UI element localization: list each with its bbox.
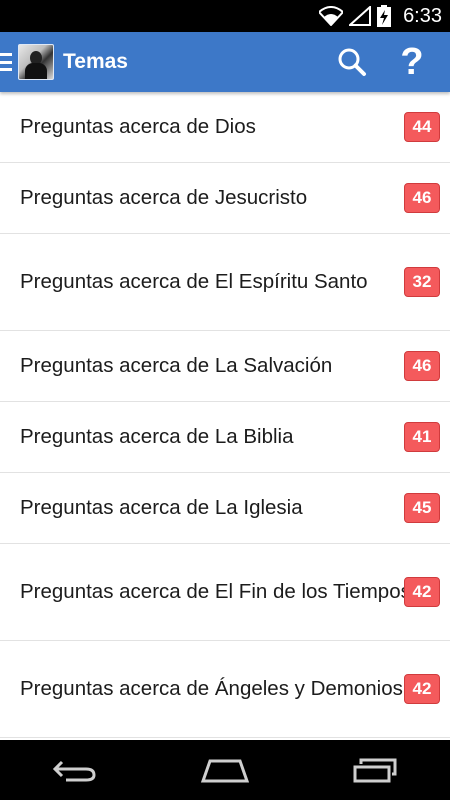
battery-charging-icon (377, 5, 392, 27)
avatar[interactable] (18, 44, 54, 80)
topic-label: Preguntas acerca de Ángeles y Demonios (20, 677, 403, 700)
recent-apps-icon (353, 758, 397, 783)
page-title: Temas (63, 50, 128, 73)
list-item[interactable]: Preguntas acerca de La Iglesia 45 (0, 473, 450, 544)
list-item[interactable]: Preguntas acerca de El Fin de los Tiempo… (0, 544, 450, 641)
count-badge: 41 (404, 422, 440, 452)
topic-label: Preguntas acerca de La Iglesia (20, 496, 303, 519)
recent-apps-button[interactable] (335, 740, 415, 800)
topic-list: Preguntas acerca de Dios 44 Preguntas ac… (0, 92, 450, 738)
list-item[interactable]: Preguntas acerca de Ángeles y Demonios 4… (0, 641, 450, 738)
topic-label: Preguntas acerca de La Salvación (20, 354, 333, 377)
list-item[interactable]: Preguntas acerca de El Espíritu Santo 32 (0, 234, 450, 331)
back-icon (52, 760, 96, 782)
topic-label: Preguntas acerca de Jesucristo (20, 186, 308, 209)
count-badge: 45 (404, 493, 440, 523)
list-item[interactable]: Preguntas acerca de La Salvación 46 (0, 331, 450, 402)
list-item[interactable]: Preguntas acerca de Dios 44 (0, 92, 450, 163)
search-icon (338, 48, 366, 76)
count-badge: 42 (404, 674, 440, 704)
topic-label: Preguntas acerca de El Espíritu Santo (20, 270, 368, 293)
count-badge: 46 (404, 183, 440, 213)
search-button[interactable] (322, 32, 382, 92)
status-bar: 6:33 (0, 0, 450, 32)
app-bar: Temas ? (0, 32, 450, 92)
topic-label: Preguntas acerca de El Fin de los Tiempo… (20, 580, 411, 603)
list-item[interactable]: Preguntas acerca de Jesucristo 46 (0, 163, 450, 234)
signal-icon (349, 6, 372, 26)
status-time: 6:33 (403, 4, 442, 27)
wifi-icon (319, 6, 344, 26)
count-badge: 46 (404, 351, 440, 381)
home-icon (200, 759, 250, 783)
menu-icon[interactable] (0, 53, 16, 71)
topic-label: Preguntas acerca de La Biblia (20, 425, 294, 448)
back-button[interactable] (35, 740, 115, 800)
count-badge: 42 (404, 577, 440, 607)
count-badge: 44 (404, 112, 440, 142)
help-button[interactable]: ? (382, 32, 442, 92)
help-icon: ? (400, 41, 424, 83)
list-item[interactable]: Preguntas acerca de La Biblia 41 (0, 402, 450, 473)
home-button[interactable] (185, 740, 265, 800)
status-icons: 6:33 (319, 5, 442, 28)
navigation-bar (0, 740, 450, 800)
count-badge: 32 (404, 267, 440, 297)
topic-label: Preguntas acerca de Dios (20, 115, 256, 138)
